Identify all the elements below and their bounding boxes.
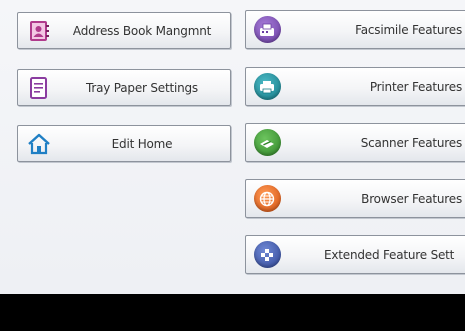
tray-paper-icon xyxy=(24,73,54,103)
scanner-icon xyxy=(252,128,282,158)
facsimile-features-button[interactable]: Facsimile Features xyxy=(245,10,465,49)
home-panel: Address Book Mangmnt Tray Paper Settings… xyxy=(0,0,465,294)
extended-feature-settings-label: Extended Feature Sett xyxy=(324,247,455,262)
browser-features-label: Browser Features xyxy=(361,191,462,206)
edit-home-label: Edit Home xyxy=(111,136,173,151)
browser-icon xyxy=(252,184,282,214)
tray-paper-settings-button[interactable]: Tray Paper Settings xyxy=(17,69,231,106)
home-icon xyxy=(24,129,54,159)
printer-features-label: Printer Features xyxy=(369,79,462,94)
scanner-features-button[interactable]: Scanner Features xyxy=(245,123,465,162)
address-book-label: Address Book Mangmnt xyxy=(72,23,212,38)
extended-feature-icon xyxy=(252,240,282,270)
edit-home-button[interactable]: Edit Home xyxy=(17,125,231,162)
scanner-features-label: Scanner Features xyxy=(360,135,463,150)
address-book-icon xyxy=(24,16,54,46)
printer-icon xyxy=(252,72,282,102)
facsimile-icon xyxy=(252,15,282,45)
extended-feature-settings-button[interactable]: Extended Feature Sett xyxy=(245,235,465,274)
facsimile-features-label: Facsimile Features xyxy=(355,22,462,37)
browser-features-button[interactable]: Browser Features xyxy=(245,179,465,218)
printer-features-button[interactable]: Printer Features xyxy=(245,67,465,106)
footer-bar xyxy=(0,294,465,331)
address-book-button[interactable]: Address Book Mangmnt xyxy=(17,12,231,49)
tray-paper-settings-label: Tray Paper Settings xyxy=(86,80,198,95)
